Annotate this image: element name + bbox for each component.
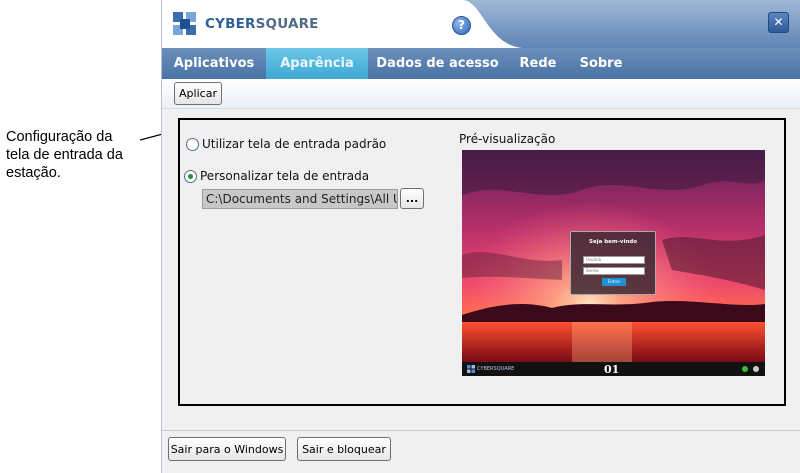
preview-user-field: Usuário bbox=[583, 256, 645, 264]
preview-login-panel: Seja bem-vindo Usuário Senha Entrar bbox=[570, 231, 656, 295]
annotation-line-1: Configuração da bbox=[6, 129, 113, 145]
title-bar: CYBERSQUARE ? ✕ bbox=[162, 0, 800, 48]
tab-rede[interactable]: Rede bbox=[507, 48, 569, 79]
cybersquare-logo: CYBERSQUARE bbox=[171, 10, 319, 38]
option-custom-screen-label: Personalizar tela de entrada bbox=[200, 169, 370, 183]
preview-logo-mark-icon bbox=[467, 365, 475, 373]
close-button[interactable]: ✕ bbox=[768, 12, 789, 33]
logo-wordmark: CYBERSQUARE bbox=[205, 16, 319, 32]
radio-custom-screen[interactable] bbox=[184, 169, 197, 183]
toolbar: Aplicar bbox=[162, 79, 800, 109]
preview-footer-logo: CYBERSQUARE bbox=[467, 365, 514, 373]
tab-sobre[interactable]: Sobre bbox=[569, 48, 633, 79]
bottom-divider bbox=[162, 430, 800, 431]
path-input[interactable]: C:\Documents and Settings\All Use bbox=[202, 189, 398, 209]
preview-footer-bar: CYBERSQUARE 01 bbox=[462, 362, 765, 376]
exit-to-windows-button[interactable]: Sair para o Windows bbox=[168, 437, 286, 461]
annotation-callout: Configuração da tela de entrada da estaç… bbox=[6, 128, 156, 182]
option-default-screen-label: Utilizar tela de entrada padrão bbox=[202, 137, 387, 151]
option-custom-screen[interactable]: Personalizar tela de entrada bbox=[184, 169, 369, 183]
annotation-line-2: tela de entrada da bbox=[6, 147, 123, 163]
status-online-icon bbox=[742, 366, 748, 372]
annotation-line-3: estação. bbox=[6, 165, 61, 181]
power-icon bbox=[753, 366, 759, 372]
tab-bar: Aplicativos Aparência Dados de acesso Re… bbox=[162, 48, 800, 79]
logo-mark-icon bbox=[173, 12, 196, 35]
preview-enter-button: Entrar bbox=[602, 278, 626, 286]
tab-dados-de-acesso[interactable]: Dados de acesso bbox=[368, 48, 507, 79]
radio-default-screen[interactable] bbox=[186, 137, 199, 151]
preview-login-title: Seja bem-vindo bbox=[589, 239, 637, 245]
exit-and-lock-button[interactable]: Sair e bloquear bbox=[297, 437, 391, 461]
option-default-screen[interactable]: Utilizar tela de entrada padrão bbox=[186, 137, 386, 151]
help-icon[interactable]: ? bbox=[452, 16, 471, 35]
preview-password-field: Senha bbox=[583, 267, 645, 275]
preview-station-number: 01 bbox=[604, 363, 620, 376]
apply-button[interactable]: Aplicar bbox=[174, 82, 222, 105]
preview-footer-logo-text: CYBERSQUARE bbox=[477, 366, 515, 372]
tab-aplicativos[interactable]: Aplicativos bbox=[162, 48, 266, 79]
login-screen-preview: Seja bem-vindo Usuário Senha Entrar CYBE… bbox=[462, 150, 765, 376]
browse-button[interactable]: ... bbox=[400, 188, 424, 209]
app-window: CYBERSQUARE ? ✕ Aplicativos Aparência Da… bbox=[161, 0, 800, 473]
tab-aparencia[interactable]: Aparência bbox=[266, 48, 368, 79]
preview-label: Pré-visualização bbox=[459, 132, 556, 146]
